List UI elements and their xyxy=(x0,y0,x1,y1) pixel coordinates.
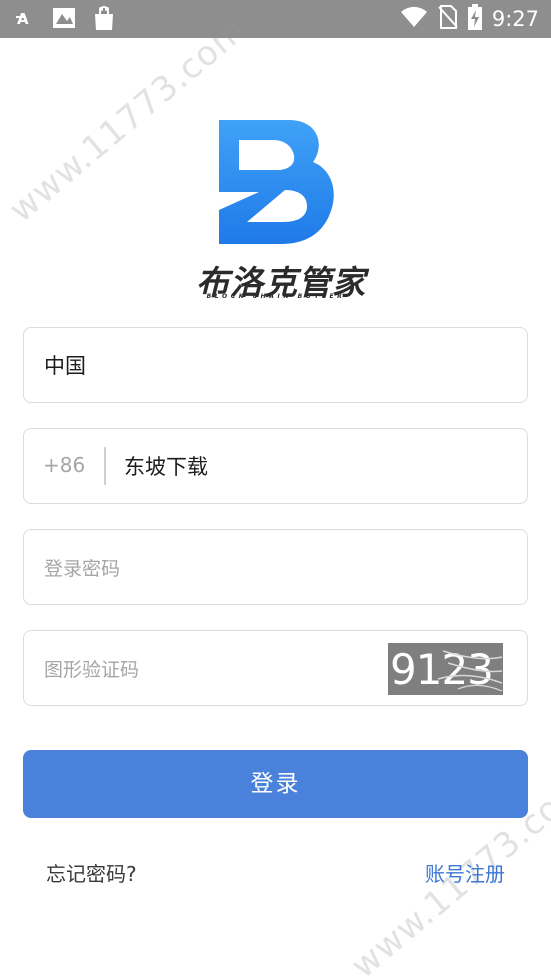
phone-divider xyxy=(104,447,106,485)
phone-field[interactable]: +86 东坡下载 xyxy=(23,428,528,504)
svg-text:A: A xyxy=(17,10,29,28)
font-icon: A xyxy=(16,8,36,32)
logo-b-icon xyxy=(219,120,334,244)
no-sim-icon xyxy=(438,5,458,33)
image-icon xyxy=(52,6,76,34)
logo-subtitle: BLOCK CHAIN BUTLER xyxy=(206,293,346,300)
password-field[interactable]: 登录密码 xyxy=(23,529,528,605)
battery-charging-icon xyxy=(467,4,482,34)
captcha-noise xyxy=(437,650,503,692)
shopping-bag-icon xyxy=(92,5,116,35)
country-value: 中国 xyxy=(44,354,86,378)
captcha-placeholder: 图形验证码 xyxy=(44,659,140,681)
status-bar: A 9:27 xyxy=(0,0,551,38)
captcha-image[interactable]: 9123 xyxy=(388,643,503,695)
wifi-icon xyxy=(400,6,428,32)
password-placeholder: 登录密码 xyxy=(44,558,121,580)
country-field[interactable]: 中国 xyxy=(23,327,528,403)
app-logo: 布洛克管家 BLOCK CHAIN BUTLER xyxy=(0,118,551,308)
login-button[interactable]: 登录 xyxy=(23,750,528,818)
status-bar-left: A xyxy=(16,5,116,35)
phone-value: 东坡下载 xyxy=(124,455,208,479)
status-time: 9:27 xyxy=(491,7,539,31)
phone-prefix[interactable]: +86 xyxy=(43,453,85,477)
captcha-field[interactable]: 图形验证码 9123 xyxy=(23,630,528,706)
register-link[interactable]: 账号注册 xyxy=(425,858,505,887)
forgot-password-link[interactable]: 忘记密码? xyxy=(46,858,137,887)
status-bar-right: 9:27 xyxy=(400,4,539,34)
